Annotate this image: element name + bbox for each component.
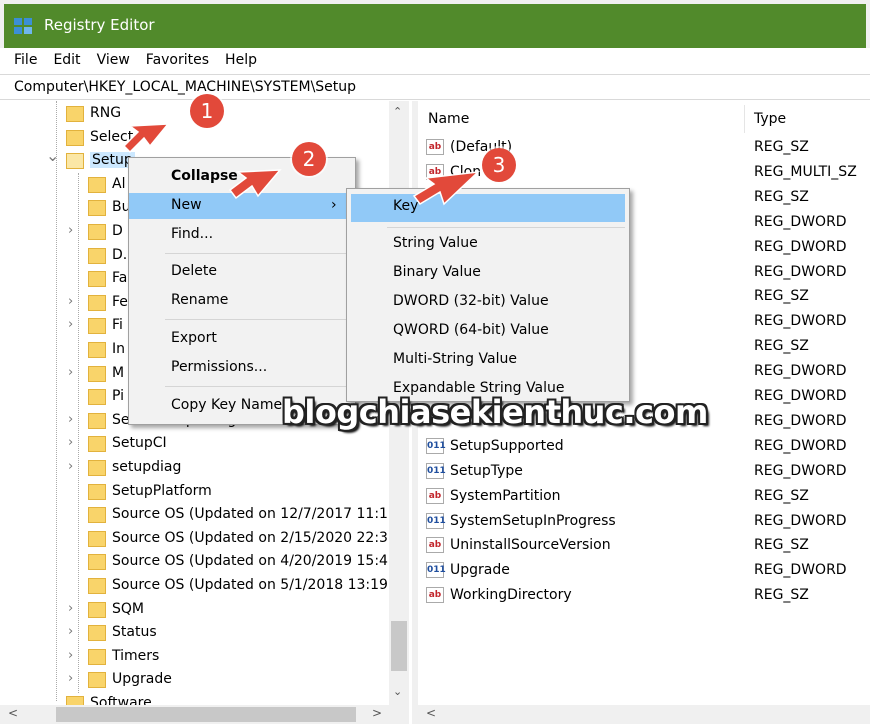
arrow-icon [412,170,481,206]
step-marker-2: 2 [292,142,326,176]
arrow-icon [122,123,170,154]
arrow-icon [228,169,282,200]
step-marker-1: 1 [190,94,224,128]
watermark: blogchiasekienthuc.com [282,393,708,431]
step-marker-3: 3 [482,148,516,182]
annotation-arrows [122,123,481,206]
